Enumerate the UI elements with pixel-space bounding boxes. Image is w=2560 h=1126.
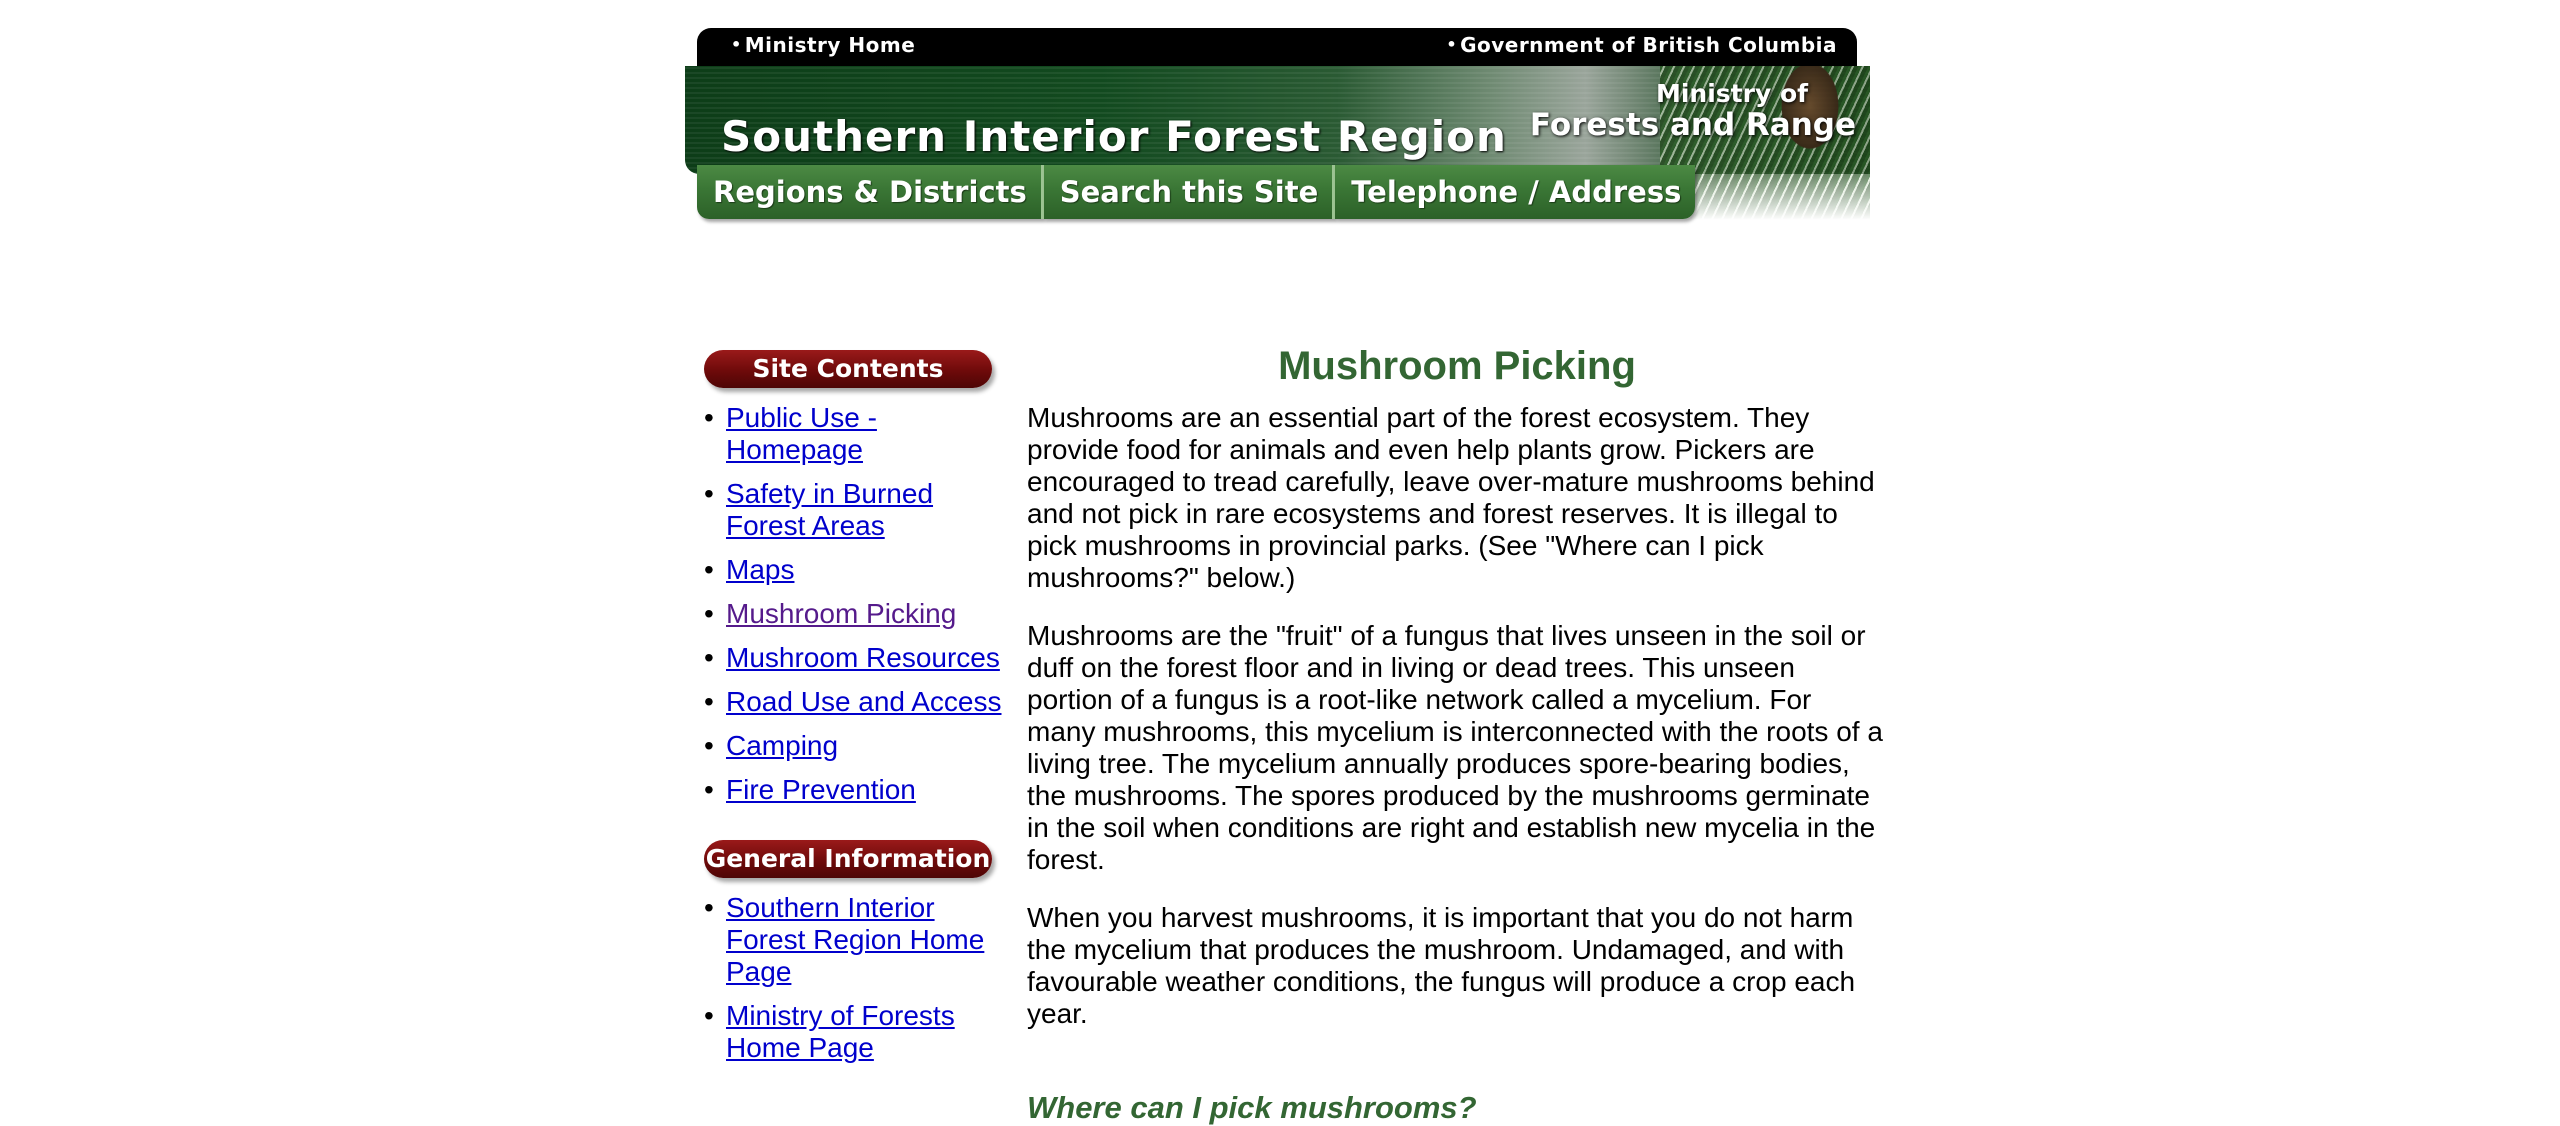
site-contents-header: Site Contents <box>704 350 992 388</box>
sidebar-item-ministry-home[interactable]: Ministry of Forests Home Page <box>726 1000 955 1063</box>
bc-government-link[interactable]: • Government of British Columbia <box>1446 33 1837 57</box>
main-content: Mushroom Picking Mushrooms are an essent… <box>1027 342 1887 1126</box>
banner-top-bar: • Ministry Home • Government of British Co… <box>697 28 1857 66</box>
list-item: Road Use and Access <box>704 686 1004 718</box>
list-item: Safety in Burned Forest Areas <box>704 478 1004 542</box>
main-nav: Regions & Districts Search this Site Tel… <box>697 165 1696 219</box>
ministry-logo-text[interactable]: Ministry of Forests and Range <box>1529 79 1856 143</box>
sidebar-item-region-home[interactable]: Southern Interior Forest Region Home Pag… <box>726 892 984 987</box>
list-item: Ministry of Forests Home Page <box>704 1000 1004 1064</box>
sidebar-item-mushroom-resources[interactable]: Mushroom Resources <box>726 642 1000 673</box>
region-title: Southern Interior Forest Region <box>721 112 1507 161</box>
list-item: Southern Interior Forest Region Home Pag… <box>704 892 1004 988</box>
nav-regions-districts[interactable]: Regions & Districts <box>697 165 1044 219</box>
site-contents-list: Public Use - Homepage Safety in Burned F… <box>704 402 1004 806</box>
general-info-header: General Information <box>704 840 992 878</box>
list-item: Maps <box>704 554 1004 586</box>
forests-and-range-label: Forests and Range <box>1529 107 1856 143</box>
intro-paragraph: Mushrooms are an essential part of the f… <box>1027 402 1875 593</box>
bc-government-label: Government of British Columbia <box>1460 33 1837 57</box>
harvest-paragraph: When you harvest mushrooms, it is import… <box>1027 902 1856 1029</box>
nav-telephone-address[interactable]: Telephone / Address <box>1335 165 1696 219</box>
list-item: Camping <box>704 730 1004 762</box>
general-info-list: Southern Interior Forest Region Home Pag… <box>704 892 1004 1064</box>
page-title: Mushroom Picking <box>1278 344 1636 388</box>
bullet-icon: • <box>1446 35 1458 54</box>
nav-search-site[interactable]: Search this Site <box>1043 165 1336 219</box>
ministry-of-label: Ministry of <box>1655 79 1808 108</box>
sidebar: Site Contents Public Use - Homepage Safe… <box>704 350 1004 1076</box>
bullet-icon: • <box>731 35 742 54</box>
list-item: Fire Prevention <box>704 774 1004 806</box>
sidebar-item-maps[interactable]: Maps <box>726 554 794 585</box>
fungus-paragraph: Mushrooms are the "fruit" of a fungus th… <box>1027 620 1883 875</box>
sidebar-item-camping[interactable]: Camping <box>726 730 838 761</box>
ministry-home-link[interactable]: • Ministry Home <box>731 33 915 57</box>
list-item: Mushroom Resources <box>704 642 1004 674</box>
sidebar-item-mushroom-picking[interactable]: Mushroom Picking <box>726 598 956 629</box>
where-to-pick-heading: Where can I pick mushrooms? <box>1027 1090 1477 1125</box>
list-item: Mushroom Picking <box>704 598 1004 630</box>
sidebar-item-burned-areas[interactable]: Safety in Burned Forest Areas <box>726 478 933 541</box>
list-item: Public Use - Homepage <box>704 402 1004 466</box>
sidebar-item-road-use[interactable]: Road Use and Access <box>726 686 1002 717</box>
sidebar-item-fire-prevention[interactable]: Fire Prevention <box>726 774 916 805</box>
site-banner: • Ministry Home • Government of British Co… <box>685 28 1870 220</box>
sidebar-item-public-use[interactable]: Public Use - Homepage <box>726 402 877 465</box>
ministry-home-label: Ministry Home <box>744 33 916 57</box>
